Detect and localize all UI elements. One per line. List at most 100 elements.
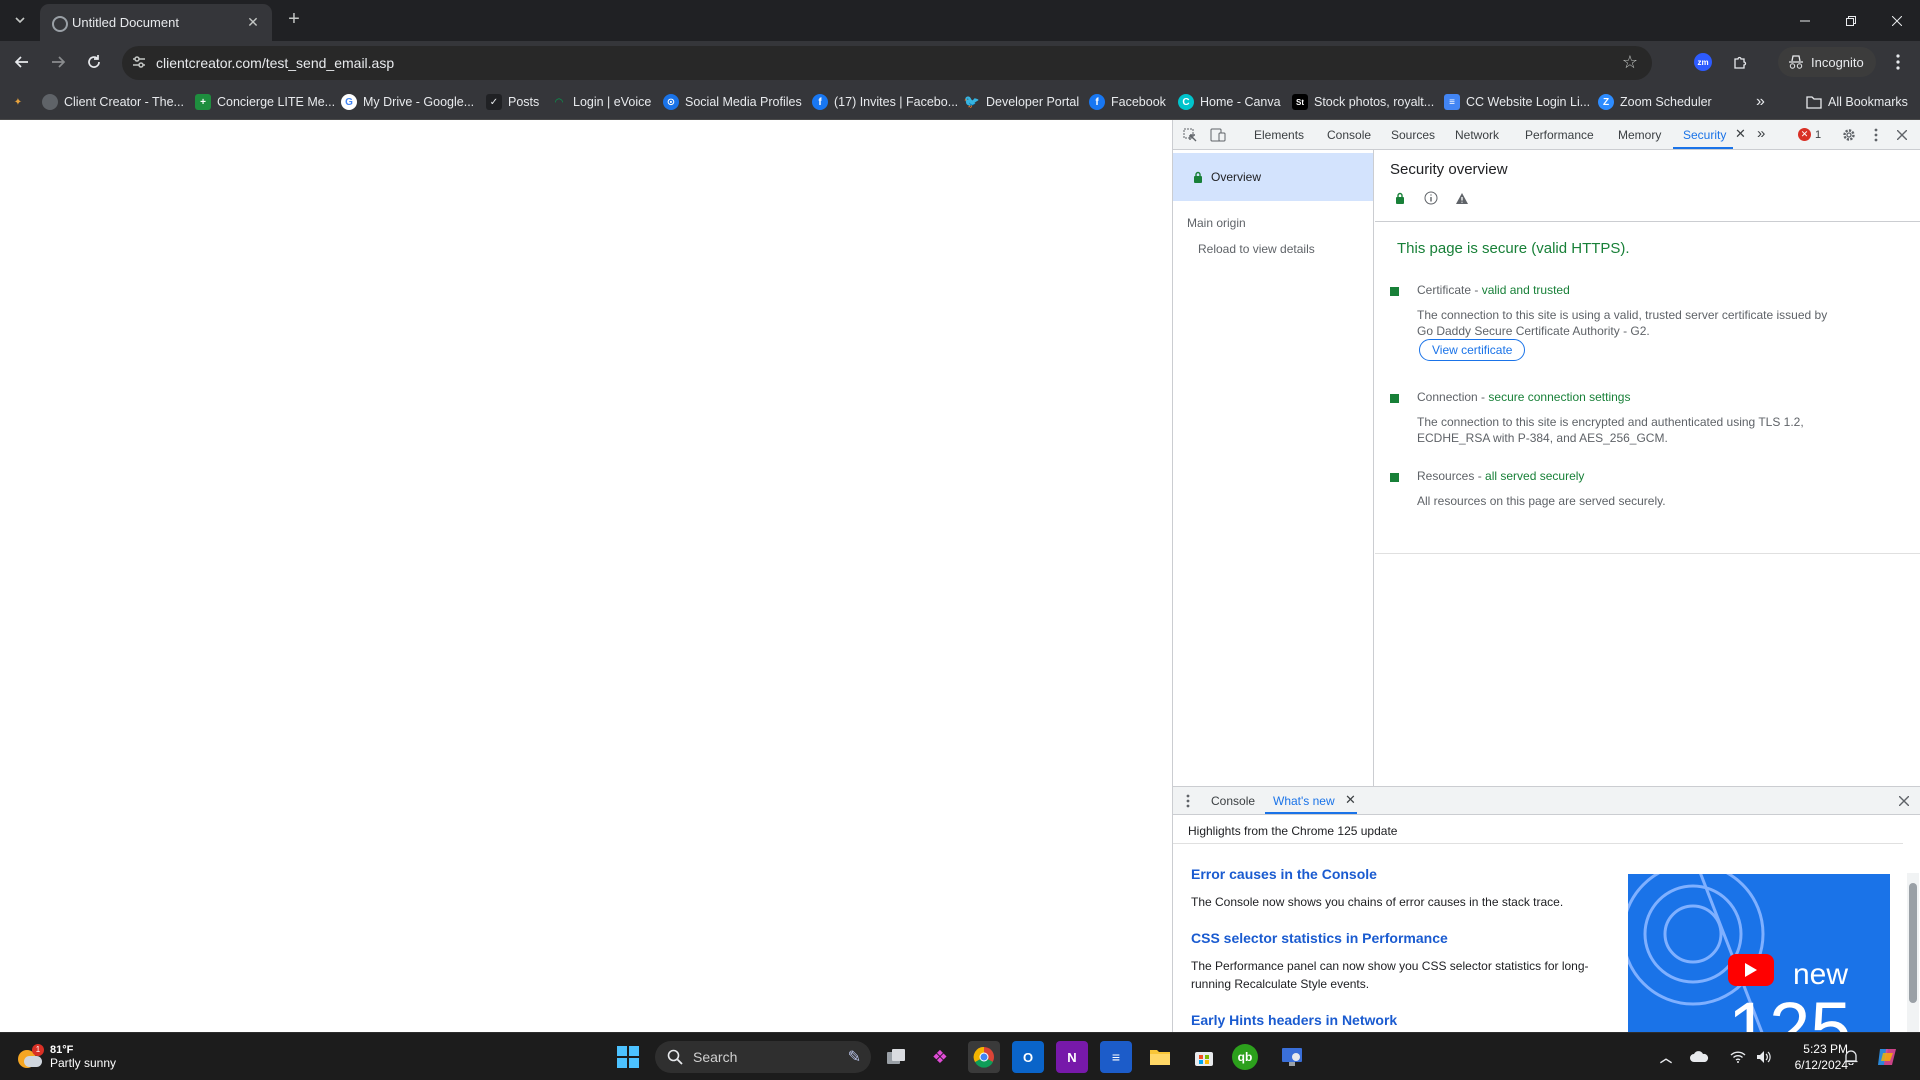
whats-new-link[interactable]: CSS selector statistics in Performance: [1191, 930, 1448, 946]
start-button[interactable]: [612, 1041, 644, 1073]
taskbar-app-store[interactable]: [1188, 1041, 1220, 1073]
site-info-icon[interactable]: [132, 55, 146, 72]
tab-memory[interactable]: Memory: [1618, 128, 1661, 142]
drawer-menu-icon[interactable]: [1179, 792, 1197, 810]
copilot-button[interactable]: [1872, 1041, 1902, 1073]
reload-button[interactable]: [80, 48, 108, 76]
taskbar-app-outlook[interactable]: O: [1012, 1041, 1044, 1073]
taskbar-app-chrome[interactable]: [968, 1041, 1000, 1073]
bookmark-item[interactable]: Z Zoom Scheduler: [1598, 92, 1712, 112]
more-tabs-icon[interactable]: »: [1757, 125, 1765, 142]
youtube-play-icon[interactable]: [1728, 954, 1774, 986]
bookmark-item[interactable]: G My Drive - Google...: [341, 92, 474, 112]
bookmark-item[interactable]: ◠ Login | eVoice: [551, 92, 651, 112]
bookmark-label: Stock photos, royalt...: [1314, 95, 1435, 109]
tab-security[interactable]: Security: [1683, 128, 1726, 142]
outlook-icon: O: [1022, 1049, 1034, 1065]
more-bookmarks-button[interactable]: »: [1756, 92, 1765, 112]
bookmark-item[interactable]: + Concierge LITE Me...: [195, 92, 335, 112]
taskbar-app-notepad[interactable]: ≡: [1100, 1041, 1132, 1073]
taskbar-search[interactable]: Search ✎: [655, 1041, 871, 1073]
remote-desktop-icon: [1282, 1048, 1302, 1066]
inspect-element-icon[interactable]: [1181, 126, 1199, 144]
tab-search-button[interactable]: [8, 8, 32, 32]
reload-details-text: Reload to view details: [1198, 242, 1315, 256]
whats-new-video-thumbnail[interactable]: new 125: [1628, 874, 1890, 1033]
bookmark-item[interactable]: ⊙ Social Media Profiles: [663, 92, 802, 112]
extensions-button[interactable]: [1728, 50, 1752, 74]
close-window-button[interactable]: [1874, 0, 1920, 41]
forward-button[interactable]: [44, 48, 72, 76]
store-icon: [1195, 1052, 1213, 1066]
resources-name: Resources: [1417, 469, 1475, 483]
bookmark-item[interactable]: 🐦 Developer Portal: [964, 92, 1079, 112]
tab-elements[interactable]: Elements: [1254, 128, 1304, 142]
whats-new-link[interactable]: Early Hints headers in Network: [1191, 1012, 1397, 1028]
drawer-tab-whats-new[interactable]: What's new: [1273, 794, 1335, 808]
notifications-button[interactable]: [1836, 1041, 1866, 1073]
error-icon: ✕: [1798, 128, 1811, 141]
bookmark-item[interactable]: f (17) Invites | Facebo...: [812, 92, 958, 112]
chevron-down-icon: [15, 17, 25, 24]
task-view-button[interactable]: [880, 1041, 912, 1073]
search-icon: [667, 1049, 683, 1065]
tab-network[interactable]: Network: [1455, 128, 1499, 142]
bookmarks-bar: ✦ Client Creator - The... + Concierge LI…: [0, 83, 1920, 120]
posts-icon: ✓: [486, 94, 502, 110]
back-button[interactable]: [8, 48, 36, 76]
browser-tab[interactable]: Untitled Document ✕: [40, 4, 272, 41]
onenote-icon: N: [1067, 1049, 1077, 1065]
page-title: Security overview: [1390, 161, 1508, 178]
taskbar-app-file-explorer[interactable]: [1144, 1041, 1176, 1073]
tab-performance[interactable]: Performance: [1525, 128, 1594, 142]
bookmark-item[interactable]: f Facebook: [1089, 92, 1166, 112]
sidebar-item-overview[interactable]: Overview: [1173, 153, 1373, 201]
new-tab-button[interactable]: +: [282, 8, 306, 32]
canva-icon: C: [1178, 94, 1194, 110]
taskbar-app-quickbooks[interactable]: qb: [1232, 1044, 1258, 1070]
error-counter[interactable]: ✕ 1: [1798, 128, 1821, 141]
tab-console[interactable]: Console: [1327, 128, 1371, 142]
close-security-tab-icon[interactable]: ✕: [1735, 126, 1746, 142]
bookmark-item[interactable]: St Stock photos, royalt...: [1292, 92, 1434, 112]
weather-condition: Partly sunny: [50, 1056, 117, 1070]
browser-menu-button[interactable]: [1886, 50, 1910, 74]
onedrive-button[interactable]: [1684, 1041, 1714, 1073]
zoom-extension-button[interactable]: zm: [1691, 50, 1715, 74]
status-square-icon: [1390, 473, 1399, 482]
scrollbar-thumb[interactable]: [1909, 883, 1917, 1003]
bookmark-item[interactable]: ✓ Posts: [486, 92, 539, 112]
bookmark-star-icon[interactable]: ☆: [1622, 52, 1638, 73]
bookmark-item[interactable]: C Home - Canva: [1178, 92, 1281, 112]
whats-new-link[interactable]: Error causes in the Console: [1191, 866, 1377, 882]
certificate-heading: Certificate - valid and trusted: [1417, 283, 1570, 297]
tab-sources[interactable]: Sources: [1391, 128, 1435, 142]
page-viewport[interactable]: [0, 120, 1172, 1032]
taskbar-app-onenote[interactable]: N: [1056, 1041, 1088, 1073]
bookmark-item[interactable]: Client Creator - The...: [42, 92, 184, 112]
url-text[interactable]: clientcreator.com/test_send_email.asp: [156, 55, 394, 71]
tab-close-icon[interactable]: ✕: [244, 13, 262, 31]
close-devtools-icon[interactable]: [1893, 126, 1911, 144]
show-hidden-icons-button[interactable]: ︿: [1654, 1041, 1678, 1073]
close-drawer-icon[interactable]: [1895, 792, 1913, 810]
weather-widget[interactable]: 1 81°F Partly sunny: [16, 1041, 116, 1073]
close-whats-new-icon[interactable]: ✕: [1345, 792, 1356, 808]
address-bar[interactable]: clientcreator.com/test_send_email.asp ☆: [122, 46, 1652, 80]
bookmark-label: Client Creator - The...: [64, 95, 184, 109]
drawer-tab-console[interactable]: Console: [1211, 794, 1255, 808]
apps-shortcut[interactable]: ✦: [10, 92, 26, 112]
minimize-button[interactable]: [1782, 0, 1828, 41]
all-bookmarks-button[interactable]: All Bookmarks: [1806, 92, 1908, 112]
taskbar-app-designer[interactable]: ❖: [924, 1041, 956, 1073]
view-certificate-button[interactable]: View certificate: [1419, 339, 1526, 361]
taskbar-app-remote[interactable]: [1276, 1041, 1308, 1073]
bookmark-item[interactable]: ≡ CC Website Login Li...: [1444, 92, 1590, 112]
settings-gear-icon[interactable]: [1840, 126, 1858, 144]
drawer-scrollbar[interactable]: [1907, 873, 1919, 1033]
restore-button[interactable]: [1828, 0, 1874, 41]
facebook-icon: f: [1089, 94, 1105, 110]
incognito-button[interactable]: Incognito: [1778, 47, 1876, 77]
devtools-menu-icon[interactable]: [1867, 126, 1885, 144]
device-toolbar-icon[interactable]: [1209, 126, 1227, 144]
